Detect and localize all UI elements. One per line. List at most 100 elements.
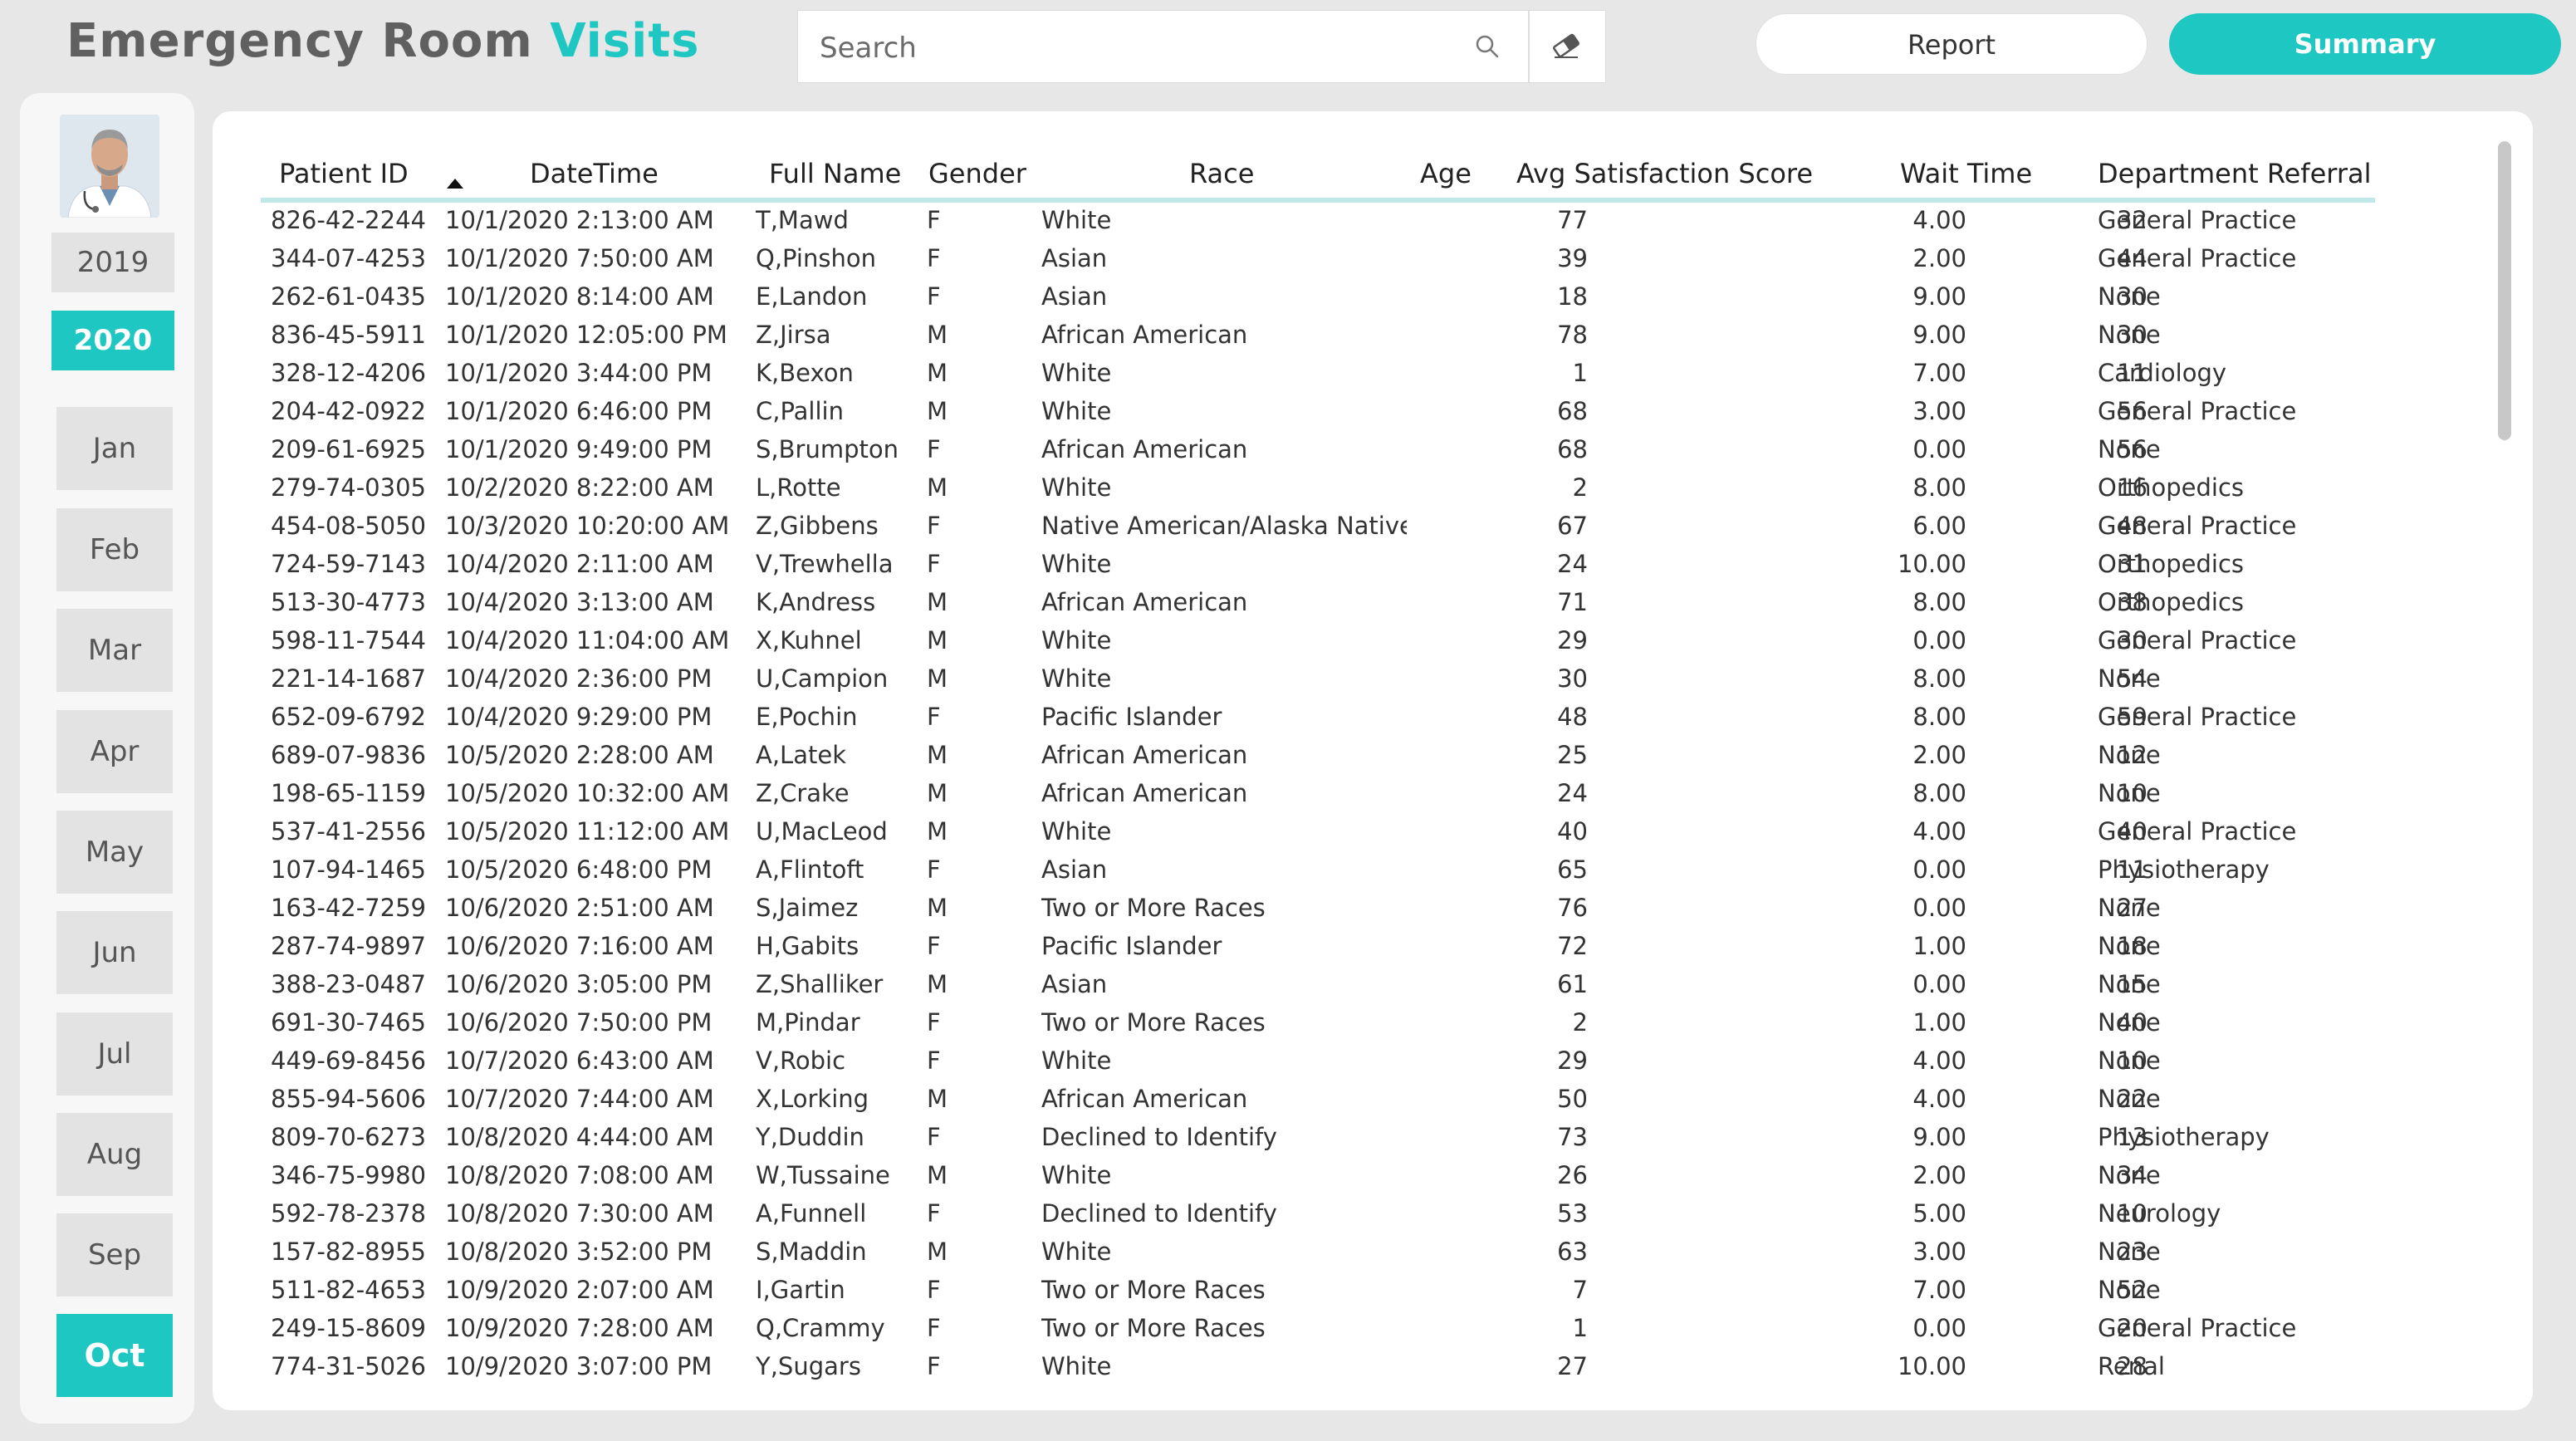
summary-button[interactable]: Summary — [2169, 13, 2561, 75]
header-age[interactable]: Age — [1420, 145, 1472, 203]
cell-department-referral: Neurology — [2098, 1199, 2221, 1228]
table-row[interactable]: 689-07-9836 10/5/2020 2:28:00 AM A,Latek M A… — [213, 736, 2533, 774]
cell-patient-id: 262-61-0435 — [271, 282, 426, 311]
table-row[interactable]: 809-70-6273 10/8/2020 4:44:00 AM Y,Duddin F… — [213, 1118, 2533, 1156]
cell-datetime: 10/1/2020 9:49:00 PM — [445, 435, 713, 463]
cell-race: African American — [1041, 741, 1248, 769]
cell-age: 30 — [1557, 664, 1588, 693]
cell-patient-id: 691-30-7465 — [271, 1008, 426, 1037]
cell-avg-satisfaction: 9.00 — [1912, 1123, 1966, 1151]
cell-race: Two or More Races — [1041, 894, 1266, 922]
sort-ascending-icon[interactable] — [446, 178, 464, 189]
table-row[interactable]: 691-30-7465 10/6/2020 7:50:00 PM M,Pindar F… — [213, 1003, 2533, 1042]
cell-patient-id: 511-82-4653 — [271, 1276, 426, 1304]
cell-age: 63 — [1557, 1238, 1588, 1266]
cell-datetime: 10/8/2020 4:44:00 AM — [445, 1123, 714, 1151]
cell-avg-satisfaction: 10.00 — [1897, 550, 1966, 578]
cell-datetime: 10/2/2020 8:22:00 AM — [445, 473, 714, 502]
cell-avg-satisfaction: 3.00 — [1912, 1238, 1966, 1266]
cell-age: 29 — [1557, 626, 1588, 654]
cell-avg-satisfaction: 4.00 — [1912, 817, 1966, 845]
month-button-oct[interactable]: Oct — [56, 1314, 173, 1397]
header-wait-time[interactable]: Wait Time — [1900, 145, 2032, 203]
header-full-name[interactable]: Full Name — [769, 145, 901, 203]
table-row[interactable]: 287-74-9897 10/6/2020 7:16:00 AM H,Gabits F… — [213, 927, 2533, 965]
vertical-scrollbar[interactable] — [2498, 141, 2511, 440]
header-race[interactable]: Race — [1189, 145, 1254, 203]
table-row[interactable]: 221-14-1687 10/4/2020 2:36:00 PM U,Campion… — [213, 659, 2533, 698]
year-button-2019[interactable]: 2019 — [51, 233, 174, 292]
cell-patient-id: 346-75-9980 — [271, 1161, 426, 1189]
table-row[interactable]: 209-61-6925 10/1/2020 9:49:00 PM S,Brumpto… — [213, 430, 2533, 468]
month-button-jul[interactable]: Jul — [56, 1012, 173, 1095]
cell-datetime: 10/8/2020 7:30:00 AM — [445, 1199, 714, 1228]
report-button[interactable]: Report — [1756, 13, 2147, 75]
header-patient-id[interactable]: Patient ID — [279, 145, 409, 203]
table-row[interactable]: 107-94-1465 10/5/2020 6:48:00 PM A,Flintof… — [213, 850, 2533, 889]
table-row[interactable]: 652-09-6792 10/4/2020 9:29:00 PM E,Pochin F… — [213, 698, 2533, 736]
cell-full-name: V,Trewhella — [756, 550, 894, 578]
table-row[interactable]: 826-42-2244 10/1/2020 2:13:00 AM T,Mawd F Wh… — [213, 201, 2533, 239]
table-row[interactable]: 598-11-7544 10/4/2020 11:04:00 AM X,Kuhnel… — [213, 621, 2533, 659]
month-button-may[interactable]: May — [56, 811, 173, 894]
cell-age: 65 — [1557, 855, 1588, 884]
table-row[interactable]: 454-08-5050 10/3/2020 10:20:00 AM Z,Gibben… — [213, 507, 2533, 545]
cell-patient-id: 388-23-0487 — [271, 970, 426, 998]
cell-patient-id: 163-42-7259 — [271, 894, 426, 922]
eraser-icon[interactable] — [1550, 32, 1583, 60]
table-row[interactable]: 249-15-8609 10/9/2020 7:28:00 AM Q,Crammy F… — [213, 1309, 2533, 1347]
table-row[interactable]: 346-75-9980 10/8/2020 7:08:00 AM W,Tussain… — [213, 1156, 2533, 1194]
cell-avg-satisfaction: 8.00 — [1912, 473, 1966, 502]
table-row[interactable]: 328-12-4206 10/1/2020 3:44:00 PM K,Bexon M W… — [213, 354, 2533, 392]
cell-gender: F — [927, 1123, 941, 1151]
month-button-aug[interactable]: Aug — [56, 1113, 173, 1196]
cell-gender: M — [927, 626, 948, 654]
table-row[interactable]: 855-94-5606 10/7/2020 7:44:00 AM X,Lorking… — [213, 1080, 2533, 1118]
table-row[interactable]: 836-45-5911 10/1/2020 12:05:00 PM Z,Jirsa M… — [213, 316, 2533, 354]
table-row[interactable]: 513-30-4773 10/4/2020 3:13:00 AM K,Andress… — [213, 583, 2533, 621]
table-row[interactable]: 279-74-0305 10/2/2020 8:22:00 AM L,Rotte M W… — [213, 468, 2533, 507]
table-row[interactable]: 511-82-4653 10/9/2020 2:07:00 AM I,Gartin F… — [213, 1271, 2533, 1309]
table-row[interactable]: 592-78-2378 10/8/2020 7:30:00 AM A,Funnell… — [213, 1194, 2533, 1233]
table-row[interactable]: 163-42-7259 10/6/2020 2:51:00 AM S,Jaimez M… — [213, 889, 2533, 927]
cell-age: 68 — [1557, 435, 1588, 463]
cell-department-referral: General Practice — [2098, 244, 2297, 272]
month-button-sep[interactable]: Sep — [56, 1213, 173, 1296]
month-button-apr[interactable]: Apr — [56, 710, 173, 793]
cell-datetime: 10/1/2020 2:13:00 AM — [445, 206, 714, 234]
year-button-2020[interactable]: 2020 — [51, 311, 174, 370]
cell-datetime: 10/8/2020 3:52:00 PM — [445, 1238, 713, 1266]
month-button-jan[interactable]: Jan — [56, 407, 173, 490]
cell-avg-satisfaction: 8.00 — [1912, 664, 1966, 693]
cell-department-referral: General Practice — [2098, 397, 2297, 425]
header-gender[interactable]: Gender — [928, 145, 1026, 203]
table-row[interactable]: 724-59-7143 10/4/2020 2:11:00 AM V,Trewhel… — [213, 545, 2533, 583]
header-department-referral[interactable]: Department Referral — [2098, 145, 2372, 203]
cell-full-name: Z,Shalliker — [756, 970, 884, 998]
cell-avg-satisfaction: 2.00 — [1912, 1161, 1966, 1189]
month-button-feb[interactable]: Feb — [56, 508, 173, 591]
table-row[interactable]: 204-42-0922 10/1/2020 6:46:00 PM C,Pallin M… — [213, 392, 2533, 430]
cell-full-name: Z,Crake — [756, 779, 850, 807]
table-row[interactable]: 157-82-8955 10/8/2020 3:52:00 PM S,Maddin M… — [213, 1233, 2533, 1271]
table-row[interactable]: 388-23-0487 10/6/2020 3:05:00 PM Z,Shallik… — [213, 965, 2533, 1003]
month-button-mar[interactable]: Mar — [56, 609, 173, 692]
cell-department-referral: Physiotherapy — [2098, 855, 2270, 884]
header-datetime[interactable]: DateTime — [530, 145, 659, 203]
cell-department-referral: General Practice — [2098, 512, 2297, 540]
search-icon[interactable] — [1474, 33, 1501, 60]
table-row[interactable]: 262-61-0435 10/1/2020 8:14:00 AM E,Landon F… — [213, 277, 2533, 316]
search-input[interactable] — [818, 26, 1419, 71]
cell-gender: M — [927, 1085, 948, 1113]
table-row[interactable]: 198-65-1159 10/5/2020 10:32:00 AM Z,Crake M… — [213, 774, 2533, 812]
table-row[interactable]: 344-07-4253 10/1/2020 7:50:00 AM Q,Pinshon… — [213, 239, 2533, 277]
table-row[interactable]: 774-31-5026 10/9/2020 3:07:00 PM Y,Sugars F… — [213, 1347, 2533, 1385]
month-button-jun[interactable]: Jun — [56, 911, 173, 994]
table-row[interactable]: 537-41-2556 10/5/2020 11:12:00 AM U,MacLeo… — [213, 812, 2533, 850]
cell-datetime: 10/4/2020 2:36:00 PM — [445, 664, 713, 693]
cell-race: White — [1041, 206, 1112, 234]
cell-race: White — [1041, 550, 1112, 578]
cell-department-referral: Renal — [2098, 1352, 2165, 1380]
header-avg-satisfaction[interactable]: Avg Satisfaction Score — [1516, 145, 1813, 203]
table-row[interactable]: 449-69-8456 10/7/2020 6:43:00 AM V,Robic F W… — [213, 1042, 2533, 1080]
